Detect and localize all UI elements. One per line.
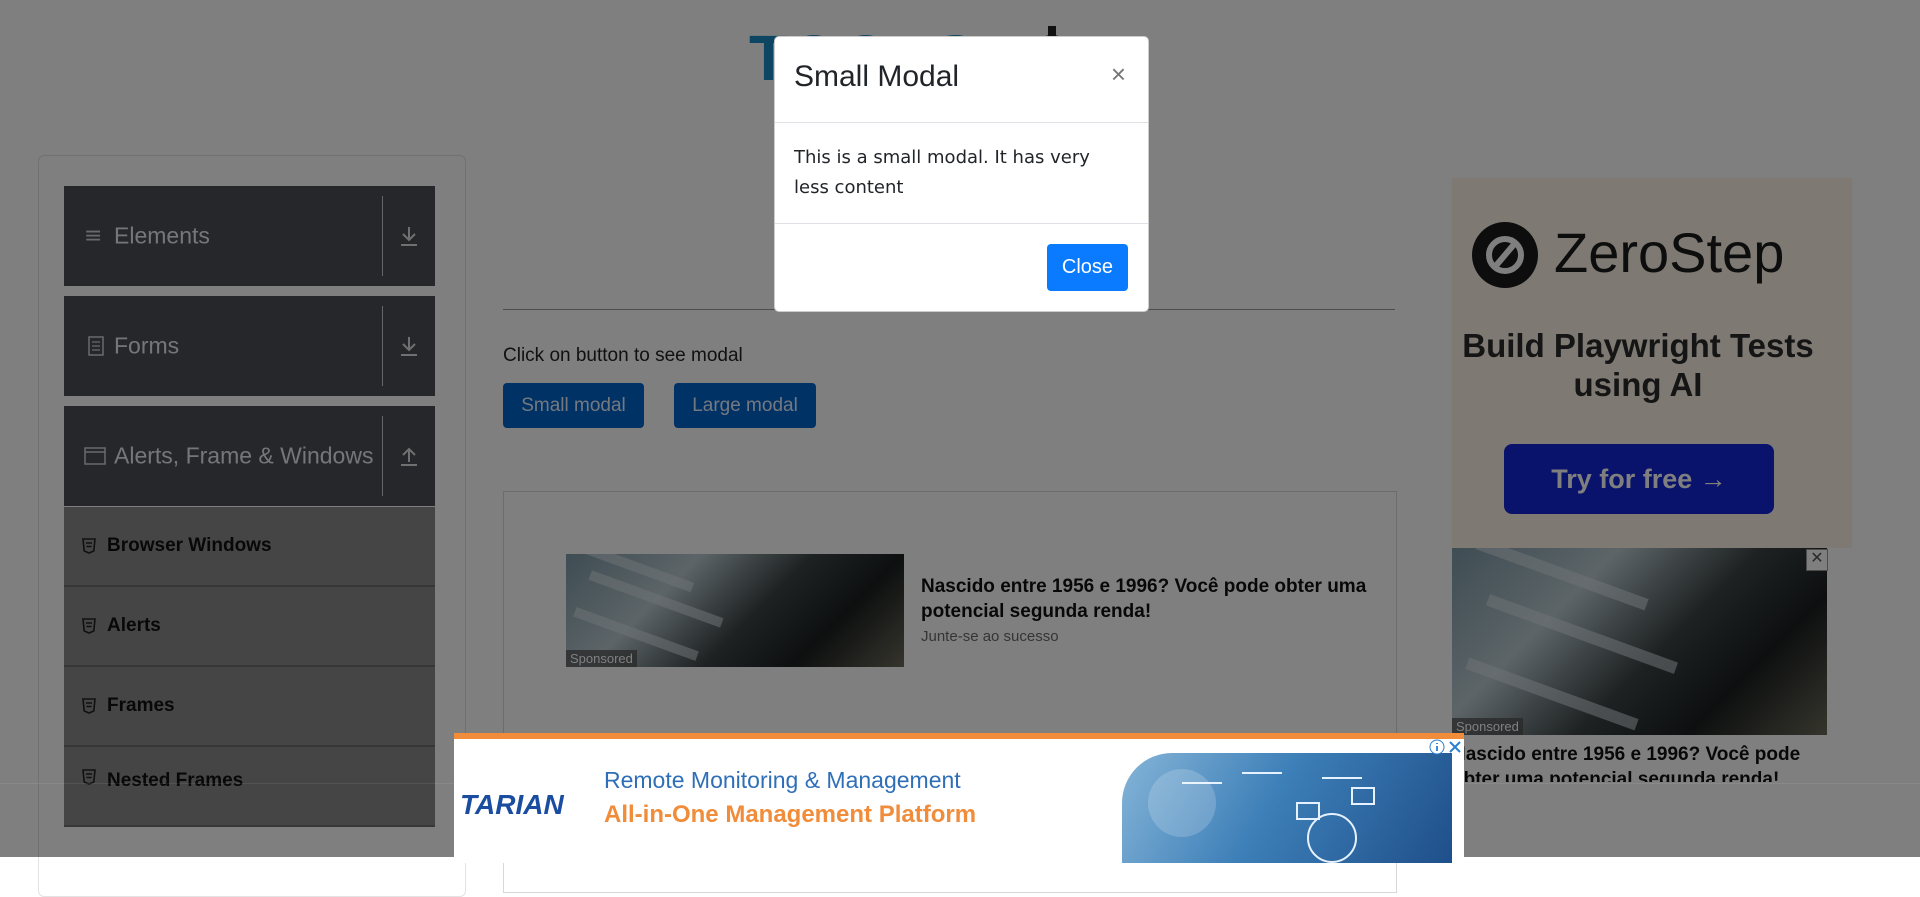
- banner-line-2: All-in-One Management Platform: [604, 801, 977, 828]
- close-button[interactable]: Close: [1047, 244, 1128, 291]
- info-icon[interactable]: [1429, 739, 1445, 755]
- tarian-logo: TARIAN: [460, 789, 564, 820]
- small-modal-dialog: Small Modal × This is a small modal. It …: [774, 36, 1149, 312]
- banner-image: [1122, 753, 1452, 863]
- modal-body-text: This is a small modal. It has very less …: [794, 147, 1090, 198]
- modal-header: Small Modal ×: [775, 37, 1148, 123]
- close-icon[interactable]: [1447, 739, 1463, 755]
- modal-footer: Close: [775, 223, 1148, 312]
- bottom-banner-ad[interactable]: TARIAN Remote Monitoring & Management Al…: [454, 733, 1464, 863]
- banner-line-1: Remote Monitoring & Management: [604, 767, 961, 793]
- modal-title: Small Modal: [794, 60, 960, 93]
- close-icon[interactable]: ×: [1111, 59, 1126, 90]
- network-icon: [1148, 769, 1375, 863]
